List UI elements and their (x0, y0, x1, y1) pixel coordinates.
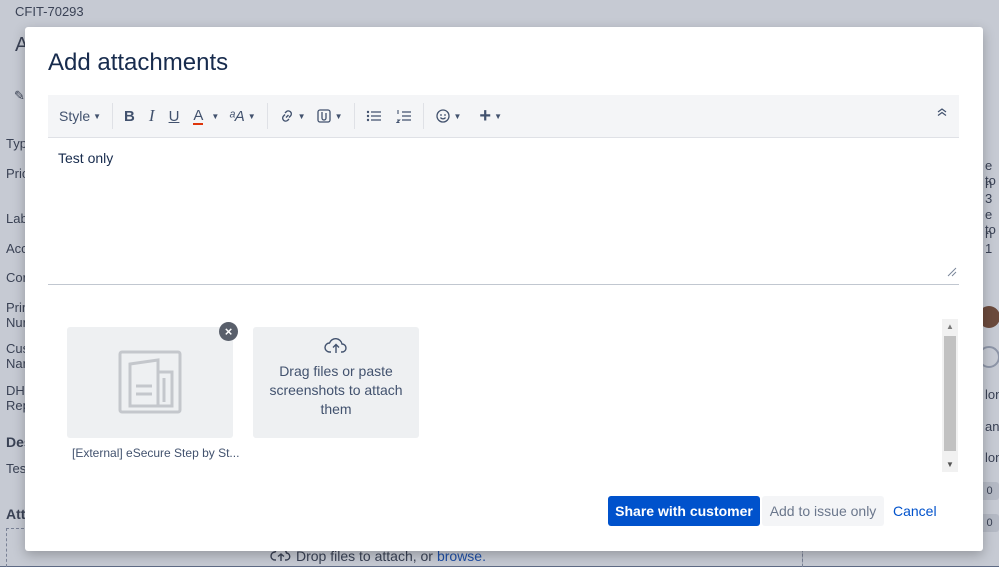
style-dropdown[interactable]: Style ▼ (54, 102, 106, 130)
scroll-down-arrow-icon[interactable]: ▼ (942, 457, 958, 472)
collapse-toolbar-icon[interactable] (937, 108, 947, 119)
link-icon (279, 108, 295, 124)
attachment-filename: [External] eSecure Step by St... (72, 446, 240, 460)
field-label-number: Nur (6, 315, 27, 330)
add-to-issue-only-button[interactable]: Add to issue only (762, 496, 884, 526)
bold-button[interactable]: B (119, 102, 140, 130)
attachment-icon (316, 108, 332, 124)
chevron-down-icon: ▼ (334, 111, 343, 121)
document-icon (118, 350, 182, 419)
editor-toolbar: Style ▼ B I U A ▼ ᵃA ▼ ▼ ▼ ▼ + ▼ (48, 95, 959, 138)
field-label-type: Typ (6, 136, 27, 151)
chevron-down-icon: ▼ (247, 111, 256, 121)
insert-more-dropdown[interactable]: + ▼ (474, 102, 507, 130)
attachment-dropdown[interactable]: ▼ (311, 102, 348, 130)
bullet-list-icon (366, 109, 382, 123)
chevron-down-icon: ▼ (297, 111, 306, 121)
edit-icon: ✎ (14, 88, 25, 103)
rich-text-editor: Style ▼ B I U A ▼ ᵃA ▼ ▼ ▼ ▼ + ▼ Test on… (48, 95, 959, 285)
toolbar-divider (112, 103, 114, 129)
upload-cloud-icon (324, 335, 348, 360)
attachments-area: × [External] eSecure Step by St... Drag … (48, 317, 959, 472)
toolbar-divider (422, 103, 424, 129)
issue-key: CFIT-70293 (15, 4, 84, 19)
field-label-name: Nar (6, 356, 27, 371)
italic-button[interactable]: I (144, 102, 160, 130)
resize-handle-icon[interactable] (947, 264, 957, 282)
toolbar-divider (353, 103, 355, 129)
more-formatting-dropdown[interactable]: ᵃA ▼ (224, 102, 260, 130)
emoji-icon (435, 108, 451, 124)
scroll-up-arrow-icon[interactable]: ▲ (942, 319, 958, 334)
share-with-customer-button[interactable]: Share with customer (608, 496, 760, 526)
underline-button[interactable]: U (164, 102, 185, 130)
attachment-thumbnail[interactable] (67, 327, 233, 438)
remove-attachment-button[interactable]: × (219, 322, 238, 341)
chevron-down-icon: ▼ (453, 111, 462, 121)
field-label-component: Cor (6, 270, 27, 285)
numbered-list-button[interactable] (391, 102, 417, 130)
text-color-dropdown[interactable]: A ▼ (188, 102, 224, 130)
editor-content: Test only (58, 150, 114, 166)
chevron-down-icon: ▼ (211, 111, 220, 121)
section-attachments: Att (6, 506, 26, 522)
cancel-button[interactable]: Cancel (887, 496, 939, 526)
emoji-dropdown[interactable]: ▼ (430, 102, 467, 130)
editor-text-area[interactable]: Test only (48, 138, 959, 285)
plus-icon: + (479, 105, 492, 127)
style-label: Style (59, 108, 91, 124)
dialog-title: Add attachments (48, 49, 229, 76)
attachments-scrollbar[interactable]: ▲ ▼ (942, 319, 958, 472)
scrollbar-thumb[interactable] (944, 336, 956, 451)
field-label-dh: DH (6, 383, 25, 398)
attachment-dropzone[interactable]: Drag files or paste screenshots to attac… (253, 327, 419, 438)
chevron-down-icon: ▼ (93, 111, 102, 121)
bullet-list-button[interactable] (361, 102, 387, 130)
field-label-primary: Prir (6, 300, 27, 315)
dropzone-instructions: Drag files or paste screenshots to attac… (269, 363, 403, 417)
text-color-label: A (193, 106, 204, 125)
numbered-list-icon (395, 109, 412, 123)
chevron-down-icon: ▼ (494, 111, 503, 121)
toolbar-divider (266, 103, 268, 129)
more-formatting-label: ᵃA (229, 107, 245, 125)
add-attachments-dialog: Add attachments Style ▼ B I U A ▼ ᵃA ▼ ▼… (25, 27, 983, 551)
link-dropdown[interactable]: ▼ (274, 102, 311, 130)
